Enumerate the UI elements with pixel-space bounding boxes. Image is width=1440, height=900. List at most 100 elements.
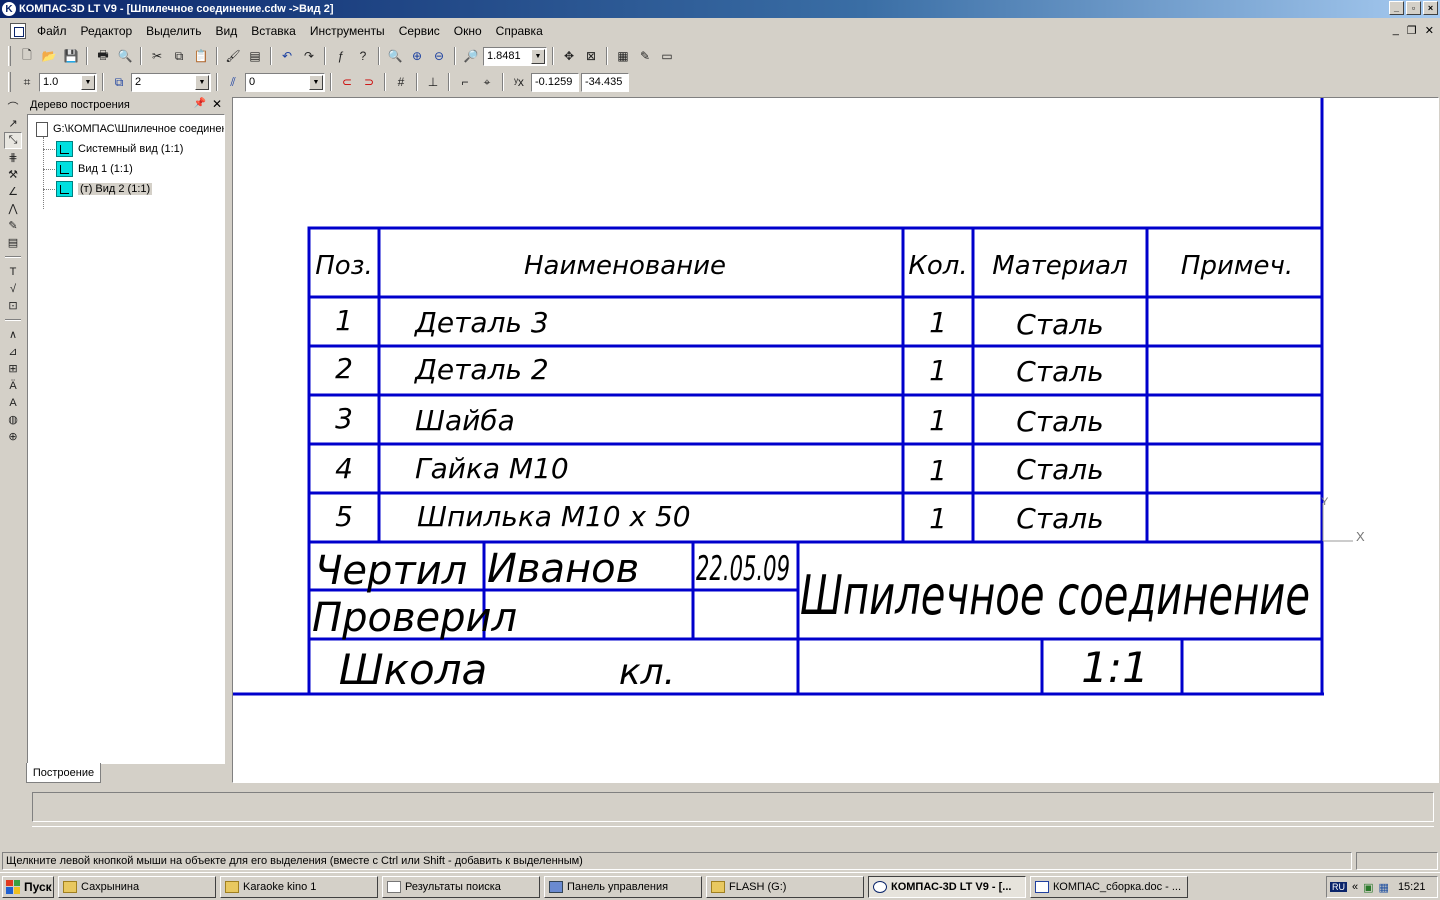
help-pointer-icon[interactable]: ? [353,46,373,66]
redo-icon[interactable]: ↷ [299,46,319,66]
step-combo[interactable]: 1.0 ▼ [39,72,97,92]
task-kompas[interactable]: КОМПАС-3D LT V9 - [... [868,875,1026,898]
zoom-in-icon[interactable]: ⊕ [407,46,427,66]
geometry-icon[interactable]: ⌒ [4,98,22,115]
tray-expand-chevron-icon[interactable]: « [1352,881,1358,893]
chevron-down-icon[interactable]: ▼ [531,48,545,64]
open-folder-icon[interactable]: 📂 [39,46,59,66]
snap-magnet-off-icon[interactable]: ⊃ [359,72,379,92]
position-icon[interactable]: ⊞ [4,360,22,377]
zoom-window-icon[interactable]: 🔍 [385,46,405,66]
snap-magnet-icon[interactable]: ⊂ [337,72,357,92]
menu-view[interactable]: Вид [209,24,245,38]
zoom-combo[interactable]: 1.8481 ▼ [483,46,547,66]
task-control-panel[interactable]: Панель управления [544,875,702,898]
layer-icon[interactable]: ⫽ [223,72,243,92]
polyline-icon[interactable]: ∧ [4,326,22,343]
grid-icon[interactable]: # [391,72,411,92]
menu-file[interactable]: Файл [30,24,74,38]
tree-item-system-view[interactable]: Системный вид (1:1) [56,140,183,158]
text-tool-icon[interactable]: T [4,263,22,280]
doc-close-icon[interactable]: ✕ [1425,24,1434,37]
selection-icon[interactable]: ⤡ [4,132,22,149]
tree-item-view-1[interactable]: Вид 1 (1:1) [56,160,133,178]
properties-brush-icon[interactable]: 🖌 [223,46,243,66]
menu-editor[interactable]: Редактор [74,24,140,38]
coord-x-field[interactable]: -0.1259 [531,72,579,92]
zoom-out-icon[interactable]: ⊖ [429,46,449,66]
function-fx-icon[interactable]: ƒ [331,46,351,66]
refresh-icon[interactable]: ▦ [613,46,633,66]
local-cs-icon[interactable]: ⊥ [423,72,443,92]
center-mark-icon[interactable]: ⊕ [4,428,22,445]
close-button[interactable]: × [1423,1,1438,15]
font-icon[interactable]: A [4,394,22,411]
copy-icon[interactable]: ⧉ [169,46,189,66]
chevron-down-icon[interactable]: ▼ [81,74,95,90]
menu-select[interactable]: Выделить [139,24,208,38]
label-icon[interactable]: ⊡ [4,297,22,314]
menu-tools[interactable]: Инструменты [303,24,392,38]
symbols-icon[interactable]: ⋀ [4,200,22,217]
menu-help[interactable]: Справка [489,24,550,38]
coord-y-field[interactable]: -34.435 [581,72,629,92]
language-indicator[interactable]: RU [1330,882,1347,892]
property-bar[interactable] [32,792,1434,822]
pin-icon[interactable]: 📌 [194,98,206,109]
start-button[interactable]: Пуск [2,875,54,898]
menu-insert[interactable]: Вставка [244,24,303,38]
view-combo[interactable]: 2 ▼ [131,72,211,92]
leader-icon[interactable]: ⊿ [4,343,22,360]
parametrization-icon[interactable]: ⋕ [4,149,22,166]
document-icon[interactable] [10,23,26,39]
hatch-icon[interactable]: ◍ [4,411,22,428]
text-align-icon[interactable]: Ä [4,377,22,394]
task-word-document[interactable]: КОМПАС_сборка.doc - ... [1030,875,1188,898]
toolbar-grip[interactable] [8,46,11,66]
task-search-results[interactable]: Результаты поиска [382,875,540,898]
display-icon[interactable]: ▭ [657,46,677,66]
current-view-icon[interactable]: ⧉ [109,72,129,92]
task-karaoke[interactable]: Karaoke kino 1 [220,875,378,898]
doc-minimize-icon[interactable]: _ [1393,24,1399,37]
tree-root[interactable]: G:\КОМПАС\Шпилечное соединение [36,120,224,138]
menu-service[interactable]: Сервис [392,24,447,38]
print-icon[interactable]: 🖶 [93,46,113,66]
zoom-scale-icon[interactable]: 🔎 [461,46,481,66]
roughness-icon[interactable]: √ [4,280,22,297]
task-sahrynina[interactable]: Сахрынина [58,875,216,898]
cursor-step-icon[interactable]: ⌗ [17,72,37,92]
spline-icon[interactable]: ✎ [4,217,22,234]
edit-icon[interactable]: ↗ [4,115,22,132]
paste-icon[interactable]: 📋 [191,46,211,66]
drawing-canvas[interactable]: Поз. Наименование Кол. Материал Примеч. … [232,97,1439,783]
tree-item-view-2[interactable]: (т) Вид 2 (1:1) [56,180,153,198]
ortho-mode-icon[interactable]: ⌐ [455,72,475,92]
kompas-app-icon[interactable]: K [2,2,16,16]
minimize-button[interactable]: _ [1389,1,1404,15]
zoom-fit-icon[interactable]: ⊠ [581,46,601,66]
pan-icon[interactable]: ✥ [559,46,579,66]
maximize-button[interactable]: ▫ [1406,1,1421,15]
save-icon[interactable]: 💾 [61,46,81,66]
round-mode-icon[interactable]: ⌖ [477,72,497,92]
layers-icon[interactable]: ✎ [635,46,655,66]
measure-icon[interactable]: ⚒ [4,166,22,183]
network-icon[interactable]: ▣ [1363,881,1373,894]
new-document-icon[interactable]: 🗋 [17,46,37,66]
report-icon[interactable]: ▤ [245,46,265,66]
menu-window[interactable]: Окно [447,24,489,38]
chevron-down-icon[interactable]: ▼ [309,74,323,90]
tab-construction[interactable]: Построение [26,763,101,783]
close-icon[interactable]: ✕ [212,97,222,111]
toolbar-grip[interactable] [8,72,11,92]
safely-remove-icon[interactable]: ▦ [1379,881,1389,894]
task-flash-drive[interactable]: FLASH (G:) [706,875,864,898]
layer-combo[interactable]: 0 ▼ [245,72,325,92]
print-preview-icon[interactable]: 🔍 [115,46,135,66]
table-tool-icon[interactable]: ▤ [4,234,22,251]
chevron-down-icon[interactable]: ▼ [195,74,209,90]
undo-icon[interactable]: ↶ [277,46,297,66]
cut-icon[interactable]: ✂ [147,46,167,66]
dimensions-icon[interactable]: ∠ [4,183,22,200]
